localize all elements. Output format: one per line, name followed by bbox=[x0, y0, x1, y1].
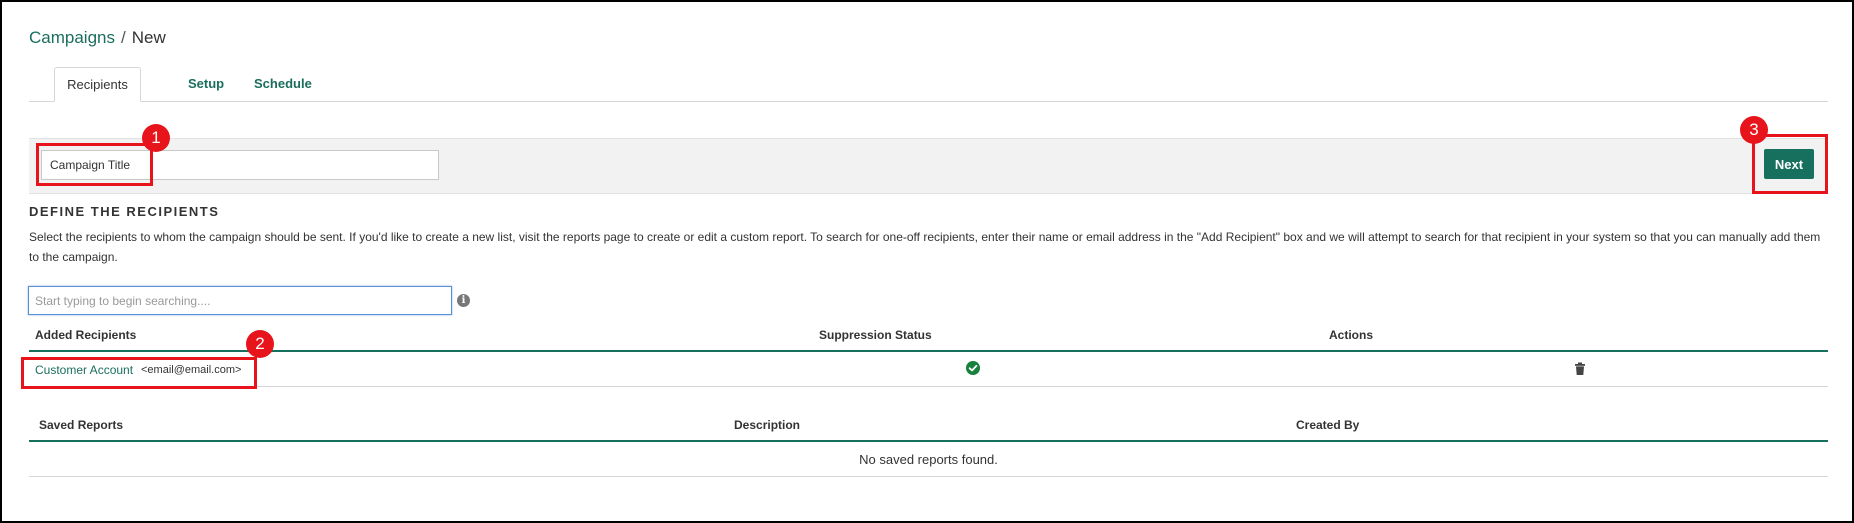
info-icon[interactable]: i bbox=[457, 294, 470, 307]
tab-setup[interactable]: Setup bbox=[175, 67, 237, 102]
breadcrumb: Campaigns / New bbox=[29, 28, 166, 48]
callout-box-1 bbox=[36, 143, 153, 186]
recipients-table-header: Added Recipients Suppression Status Acti… bbox=[29, 318, 1828, 352]
section-description: Select the recipients to whom the campai… bbox=[29, 230, 1821, 264]
recipient-search-input[interactable] bbox=[28, 286, 452, 315]
table-row: No saved reports found. bbox=[29, 442, 1828, 477]
column-header-actions: Actions bbox=[1329, 328, 1374, 342]
tab-schedule[interactable]: Schedule bbox=[241, 67, 325, 102]
callout-badge-1: 1 bbox=[142, 124, 170, 152]
tab-recipients[interactable]: Recipients bbox=[54, 67, 141, 102]
column-header-description: Description bbox=[734, 418, 801, 432]
table-row: Customer Account <email@email.com> bbox=[29, 352, 1828, 387]
breadcrumb-campaigns-link[interactable]: Campaigns bbox=[29, 28, 115, 47]
title-bar: Next bbox=[29, 138, 1828, 194]
check-circle-icon bbox=[966, 361, 980, 375]
empty-reports-message: No saved reports found. bbox=[859, 452, 998, 467]
callout-box-3 bbox=[1752, 134, 1828, 194]
tab-bar: Recipients Setup Schedule bbox=[29, 67, 1828, 102]
section-heading: DEFINE THE RECIPIENTS bbox=[29, 204, 220, 219]
callout-box-2 bbox=[21, 357, 257, 389]
trash-icon[interactable] bbox=[1574, 362, 1586, 376]
reports-table-header: Saved Reports Description Created By bbox=[29, 408, 1828, 442]
saved-reports-table: Saved Reports Description Created By No … bbox=[29, 408, 1828, 477]
column-header-suppression-status: Suppression Status bbox=[819, 328, 932, 342]
callout-badge-3: 3 bbox=[1740, 116, 1768, 144]
recipients-table: Added Recipients Suppression Status Acti… bbox=[29, 318, 1828, 387]
column-header-added-recipients: Added Recipients bbox=[35, 328, 137, 342]
breadcrumb-separator: / bbox=[121, 28, 126, 47]
column-header-created-by: Created By bbox=[1296, 418, 1360, 432]
column-header-saved-reports: Saved Reports bbox=[39, 418, 124, 432]
breadcrumb-current: New bbox=[131, 28, 166, 47]
callout-badge-2: 2 bbox=[246, 330, 274, 358]
